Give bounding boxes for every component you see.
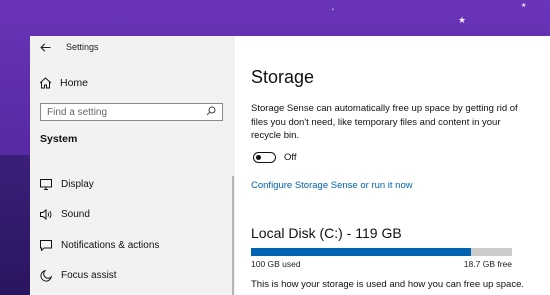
settings-window: Settings Home System xyxy=(30,36,550,295)
search-icon[interactable] xyxy=(206,103,216,121)
title-bar: Settings xyxy=(30,36,235,58)
notifications-icon xyxy=(40,239,52,251)
disk-title: Local Disk (C:) - 119 GB xyxy=(251,224,402,241)
window-title: Settings xyxy=(66,42,99,52)
sidebar-item-label: Focus assist xyxy=(61,270,117,282)
sidebar-scrollbar[interactable] xyxy=(232,176,234,295)
star-icon: • xyxy=(332,7,334,13)
display-icon xyxy=(40,178,52,190)
disk-usage-bar[interactable] xyxy=(251,247,512,256)
storage-sense-toggle-row[interactable]: Off xyxy=(251,150,550,166)
sidebar: Settings Home System xyxy=(30,36,235,295)
configure-storage-sense-link[interactable]: Configure Storage Sense or run it now xyxy=(251,180,413,191)
sidebar-item-notifications[interactable]: Notifications & actions xyxy=(30,230,235,261)
sidebar-item-label: Home xyxy=(60,77,89,89)
free-space-label: 18.7 GB free xyxy=(463,258,512,269)
search-input[interactable] xyxy=(47,106,206,118)
sidebar-item-label: Notifications & actions xyxy=(61,239,160,251)
section-title: System xyxy=(40,133,78,145)
sidebar-item-home[interactable]: Home xyxy=(30,72,235,94)
back-button[interactable] xyxy=(38,40,52,54)
disk-usage-fill xyxy=(251,247,472,256)
sidebar-nav: Display Sound Notifications & actions Fo… xyxy=(30,169,235,291)
storage-usage-hint: This is how your storage is used and how… xyxy=(251,278,525,290)
disk-usage-labels: 100 GB used 18.7 GB free xyxy=(251,259,512,269)
speaker-icon xyxy=(40,209,52,221)
storage-sense-toggle[interactable] xyxy=(253,152,276,163)
main-content: Storage Storage Sense can automatically … xyxy=(235,36,550,295)
home-icon xyxy=(38,76,52,90)
sidebar-item-focus-assist[interactable]: Focus assist xyxy=(30,261,235,292)
toggle-state-label: Off xyxy=(284,152,297,163)
sidebar-item-label: Display xyxy=(61,178,94,190)
back-arrow-icon xyxy=(39,42,50,52)
sidebar-item-display[interactable]: Display xyxy=(30,169,235,200)
search-box[interactable] xyxy=(40,103,223,121)
sidebar-item-label: Sound xyxy=(61,209,90,221)
used-space-label: 100 GB used xyxy=(251,258,301,269)
toggle-knob xyxy=(256,154,261,160)
star-icon: ★ xyxy=(458,15,467,25)
sidebar-item-sound[interactable]: Sound xyxy=(30,200,235,231)
page-title: Storage xyxy=(251,67,315,87)
moon-icon xyxy=(40,269,52,282)
storage-sense-description: Storage Sense can automatically free up … xyxy=(251,103,518,141)
star-icon: ★ xyxy=(521,3,527,9)
